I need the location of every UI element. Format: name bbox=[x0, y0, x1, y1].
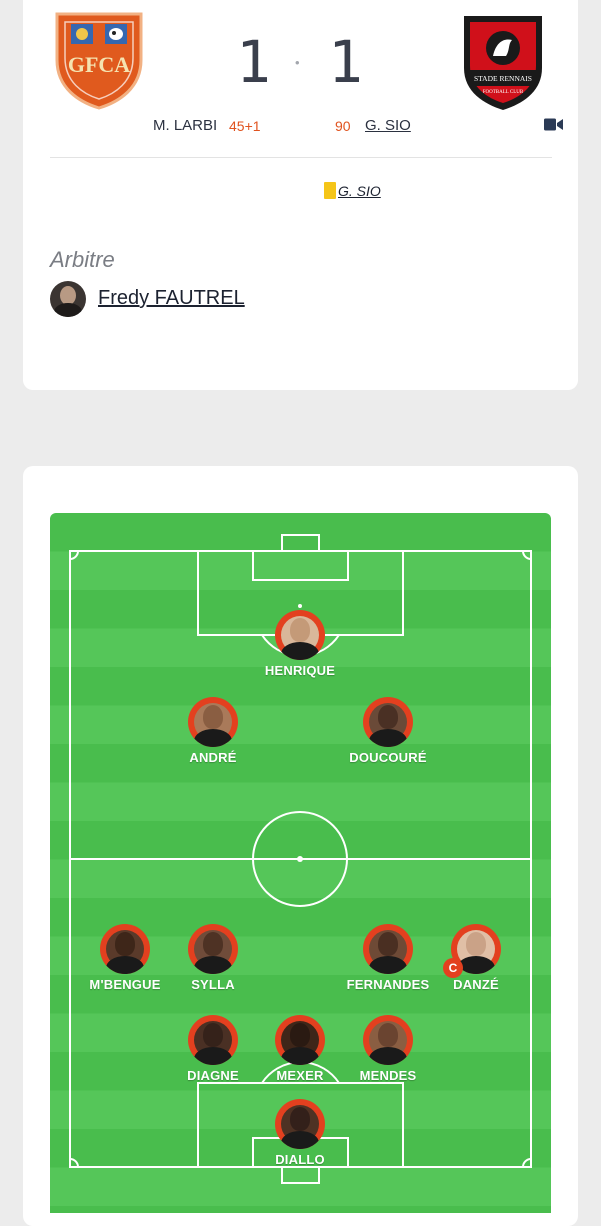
player-name: MENDES bbox=[359, 1068, 417, 1083]
player-photo bbox=[275, 1015, 325, 1065]
away-team-crest[interactable]: STADE RENNAIS FOOTBALL CLUB bbox=[460, 12, 546, 112]
away-goal-minute: 90 bbox=[335, 118, 351, 134]
captain-badge: C bbox=[443, 958, 463, 978]
score-separator: • bbox=[295, 55, 300, 70]
player-photo bbox=[188, 924, 238, 974]
player-danze[interactable]: DANZÉ C bbox=[416, 924, 536, 992]
player-photo bbox=[100, 924, 150, 974]
pitch: HENRIQUE ANDRÉ DOUCOURÉ M'BENGUE SYLLA F… bbox=[50, 513, 551, 1213]
home-score: 1 bbox=[236, 28, 271, 96]
home-team-crest[interactable]: GFCA bbox=[53, 10, 145, 110]
video-camera-icon[interactable] bbox=[544, 118, 563, 136]
player-henrique[interactable]: HENRIQUE bbox=[240, 610, 360, 678]
away-scorer-name[interactable]: G. SIO bbox=[365, 117, 411, 134]
referee-name[interactable]: Fredy FAUTREL bbox=[98, 287, 245, 310]
svg-text:FOOTBALL CLUB: FOOTBALL CLUB bbox=[483, 90, 524, 95]
player-name: DANZÉ bbox=[453, 977, 499, 992]
player-photo bbox=[363, 697, 413, 747]
card-player-name[interactable]: G. SIO bbox=[338, 183, 381, 199]
home-crest-lettering: GFCA bbox=[68, 52, 130, 77]
player-name: DOUCOURÉ bbox=[349, 750, 427, 765]
home-goal-minute: 45+1 bbox=[229, 118, 261, 134]
player-andre[interactable]: ANDRÉ bbox=[153, 697, 273, 765]
home-scorer-name[interactable]: M. LARBI bbox=[153, 117, 217, 134]
referee-avatar[interactable] bbox=[50, 281, 86, 317]
player-photo bbox=[275, 1099, 325, 1149]
yellow-card-icon bbox=[324, 182, 336, 199]
player-diallo[interactable]: DIALLO bbox=[240, 1099, 360, 1167]
away-crest-lettering: STADE RENNAIS bbox=[474, 74, 532, 83]
player-sylla[interactable]: SYLLA bbox=[153, 924, 273, 992]
away-score: 1 bbox=[328, 28, 363, 96]
player-photo bbox=[275, 610, 325, 660]
player-name: DIALLO bbox=[275, 1152, 325, 1167]
player-doucoure[interactable]: DOUCOURÉ bbox=[328, 697, 448, 765]
player-photo bbox=[188, 1015, 238, 1065]
referee-heading: Arbitre bbox=[50, 247, 115, 272]
player-name: HENRIQUE bbox=[264, 663, 336, 678]
player-name: ANDRÉ bbox=[189, 750, 237, 765]
player-photo bbox=[188, 697, 238, 747]
player-name: SYLLA bbox=[191, 977, 235, 992]
player-photo bbox=[363, 1015, 413, 1065]
section-divider bbox=[50, 157, 552, 158]
player-photo bbox=[363, 924, 413, 974]
player-mendes[interactable]: MENDES bbox=[328, 1015, 448, 1083]
